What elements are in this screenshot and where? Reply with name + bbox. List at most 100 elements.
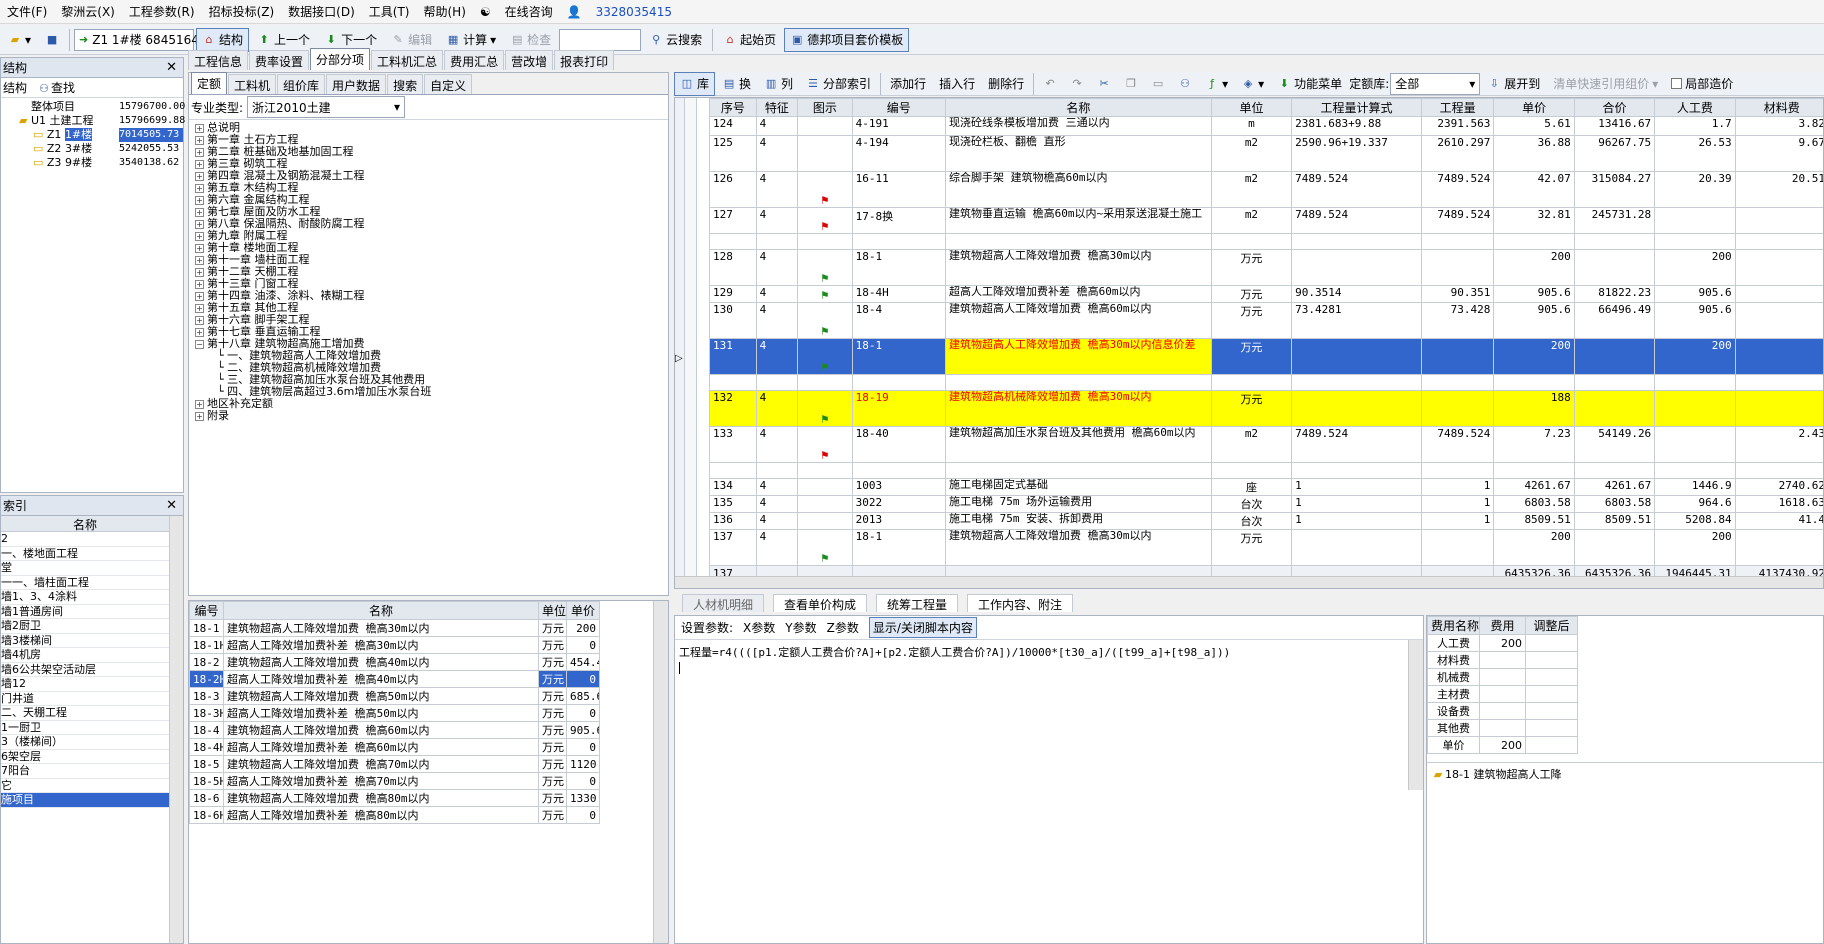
expand-icon[interactable]: + [195, 220, 204, 229]
grid-header-cell[interactable]: 工程量计算式 [1291, 98, 1422, 117]
grid-cell-feat[interactable]: 4 [755, 495, 799, 513]
grid-cell-labor[interactable]: 1446.9 [1654, 478, 1736, 496]
add-row-button[interactable]: 添加行 [884, 72, 932, 96]
quota-row[interactable]: 18-2H 超高人工降效增加费补差 檐高40m以内 万元 0 [189, 670, 600, 688]
grid-row[interactable]: 133 4 ⚑ 18-40 建筑物超高加压水泵台班及其他费用 檐高60m以内 m2 7489… [709, 426, 1823, 463]
close-icon[interactable]: ✕ [166, 498, 177, 513]
copy-button[interactable]: ❐ [1118, 72, 1144, 96]
function-menu-button[interactable]: ⬇ 功能菜单 [1271, 72, 1348, 96]
grid-cell-total[interactable]: 8509.51 [1573, 512, 1656, 530]
grid-row[interactable]: 125 4 4-194 现浇砼栏板、翻檐 直形 m2 2590.96+19.337 2610… [709, 135, 1823, 172]
calc-button[interactable]: ▦ 计算 ▾ [440, 28, 502, 52]
grid-cell-name[interactable]: 施工电梯 75m 安装、拆卸费用 [944, 512, 1212, 530]
grid-cell-total[interactable] [1573, 249, 1656, 286]
local-cost-checkbox[interactable]: 局部造价 [1665, 72, 1739, 96]
grid-cell-no[interactable] [709, 462, 757, 479]
grid-cell-code[interactable]: 18-1 [851, 338, 946, 375]
grid-cell-mat[interactable] [1734, 233, 1823, 250]
grid-cell-price[interactable]: 36.88 [1493, 135, 1575, 172]
grid-cell-labor[interactable]: 200 [1654, 249, 1736, 286]
grid-cell-feat[interactable] [755, 374, 799, 391]
menu-item[interactable]: 文件(F) [0, 3, 54, 20]
grid-cell-total[interactable] [1573, 529, 1656, 566]
index-item[interactable]: 6架空层 [1, 750, 169, 764]
grid-cell-flag[interactable] [797, 478, 853, 496]
grid-cell-name[interactable]: 施工电梯 75m 场外运输费用 [944, 495, 1212, 513]
tab-main[interactable]: 费率设置 [249, 50, 310, 70]
grid-cell-expr[interactable] [1291, 374, 1422, 391]
grid-cell-total[interactable]: 54149.26 [1573, 426, 1656, 463]
grid-cell-unit[interactable] [1210, 233, 1293, 250]
type-select[interactable]: 浙江2010土建 ▾ [247, 96, 406, 118]
grid-cell-feat[interactable]: 4 [755, 207, 799, 234]
grid-cell-feat[interactable]: 4 [755, 116, 799, 136]
grid-cell-labor[interactable]: 5208.84 [1654, 512, 1736, 530]
grid-header-cell[interactable]: 单位 [1210, 98, 1293, 117]
grid-cell-qty[interactable]: 73.428 [1420, 302, 1495, 339]
grid-cell-qty[interactable] [1420, 462, 1495, 479]
grid-cell-feat[interactable]: 4 [755, 249, 799, 286]
grid-cell-no[interactable]: 132 [709, 390, 757, 427]
grid-cell-unit[interactable]: m [1210, 116, 1293, 136]
grid-cell-mat[interactable]: 3.82 [1734, 116, 1823, 136]
index-item[interactable]: 二、天棚工程 [1, 706, 169, 721]
grid-cell-price[interactable]: 32.81 [1493, 207, 1575, 234]
grid-cell-labor[interactable]: 964.6 [1654, 495, 1736, 513]
grid-cell-feat[interactable]: 4 [755, 426, 799, 463]
grid-cell-flag[interactable]: ⚑ [797, 207, 853, 234]
grid-cell-name[interactable]: 建筑物超高人工降效增加费 檐高30m以内 [944, 249, 1212, 286]
structure-tree-row[interactable]: ▭ Z1 1#楼 7014505.73 [1, 128, 183, 142]
grid-cell-no[interactable] [709, 374, 757, 391]
expand-icon[interactable]: + [195, 124, 204, 133]
tab-library[interactable]: 定额 [191, 72, 228, 94]
find-button[interactable]: ⚇ [1172, 72, 1198, 96]
grid-cell-mat[interactable] [1734, 529, 1823, 566]
grid-cell-labor[interactable]: 200 [1654, 529, 1736, 566]
grid-cell-unit[interactable]: 万元 [1210, 529, 1293, 566]
grid-cell-feat[interactable]: 4 [755, 478, 799, 496]
grid-cell-price[interactable]: 200 [1493, 338, 1575, 375]
tab-bottom[interactable]: 工作内容、附注 [967, 594, 1074, 612]
grid-cell-expr[interactable]: 2590.96+19.337 [1291, 135, 1422, 172]
grid-cell-name[interactable]: 施工电梯固定式基础 [944, 478, 1212, 496]
fee-row[interactable]: 主材费 [1427, 685, 1578, 703]
grid-cell-price[interactable]: 7.23 [1493, 426, 1575, 463]
expand-icon[interactable]: + [195, 412, 204, 421]
grid-cell-feat[interactable] [755, 462, 799, 479]
grid-cell-expr[interactable] [1291, 338, 1422, 375]
grid-cell-no[interactable]: 126 [709, 171, 757, 208]
grid-header-cell[interactable]: 序号 [709, 98, 757, 117]
expand-icon[interactable]: + [195, 136, 204, 145]
tab-bottom[interactable]: 统筹工程量 [876, 594, 959, 612]
unit-select[interactable]: ➜Z1 1#楼 6845164.5▾ [74, 28, 220, 51]
grid-cell-unit[interactable]: m2 [1210, 171, 1293, 208]
grid-cell-code[interactable] [851, 462, 946, 479]
menu-item[interactable]: 在线咨询 [498, 3, 560, 20]
grid-cell-expr[interactable]: 73.4281 [1291, 302, 1422, 339]
grid-cell-feat[interactable]: 4 [755, 302, 799, 339]
cut-button[interactable]: ✂ [1091, 72, 1117, 96]
grid-header-cell[interactable]: 特征 [755, 98, 799, 117]
index-item[interactable]: 墙1普通房间 [1, 605, 169, 619]
structure-tree-row[interactable]: 整体项目 15796700.00 [1, 100, 185, 114]
grid-cell-flag[interactable] [797, 135, 853, 172]
grid-cell-code[interactable]: 18-4 [851, 302, 946, 339]
grid-cell-qty[interactable] [1420, 233, 1495, 250]
grid-cell-expr[interactable] [1291, 462, 1422, 479]
quota-row[interactable]: 18-5H 超高人工降效增加费补差 檐高70m以内 万元 0 [189, 772, 600, 790]
grid-cell-mat[interactable]: 2740.62 [1734, 478, 1823, 496]
collapse-icon[interactable]: − [195, 340, 204, 349]
grid-cell-qty[interactable]: 1 [1420, 512, 1495, 530]
index-item[interactable]: 墙1、3、4涂料 [1, 590, 169, 605]
cloud-search-button[interactable]: ⚲ 云搜索 [643, 28, 708, 52]
grid-row[interactable] [709, 233, 1823, 250]
grid-row[interactable]: 135 4 3022 施工电梯 75m 场外运输费用 台次 1 1 6803.58 6803.5… [709, 495, 1823, 513]
expand-to-button[interactable]: ⇩ 展开到 [1481, 72, 1546, 96]
grid-cell-name[interactable] [944, 374, 1212, 391]
grid-cell-total[interactable]: 96267.75 [1573, 135, 1656, 172]
index-item[interactable]: 2 [1, 532, 169, 547]
grid-cell-labor[interactable]: 905.6 [1654, 302, 1736, 339]
menu-item[interactable]: 帮助(H) [416, 3, 472, 20]
grid-cell-labor[interactable] [1654, 390, 1736, 427]
index-item[interactable]: 堂 [1, 561, 169, 576]
